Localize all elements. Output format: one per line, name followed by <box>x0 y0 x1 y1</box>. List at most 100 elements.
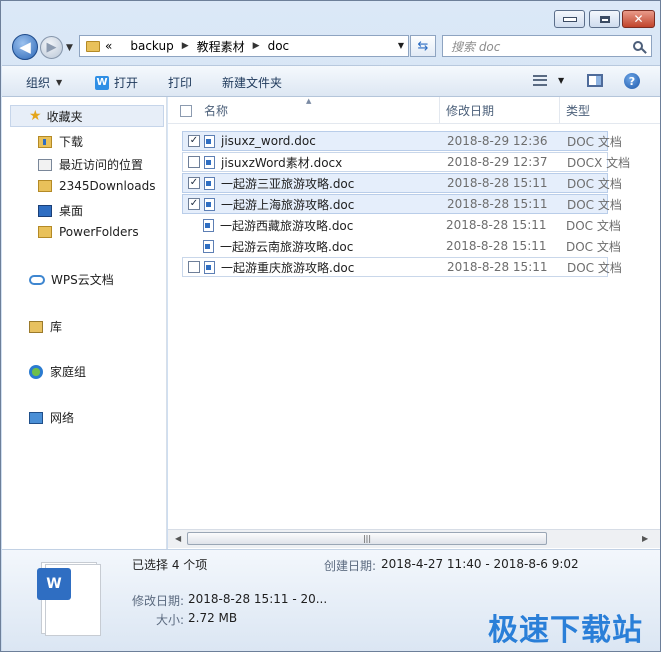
file-row[interactable]: 一起游西藏旅游攻略.doc 2018-8-28 15:11 DOC 文档 <box>182 215 621 235</box>
forward-arrow-icon: ▶ <box>46 40 57 55</box>
column-header-name[interactable]: 名称 <box>198 97 440 123</box>
file-row[interactable]: jisuxzWord素材.docx 2018-8-29 12:37 DOCX 文… <box>182 152 630 172</box>
breadcrumb-separator-icon[interactable]: ▶ <box>253 41 260 51</box>
print-label: 打印 <box>168 76 193 90</box>
word-doc-icon <box>204 134 215 148</box>
breadcrumb-item[interactable]: 教程素材 <box>197 38 245 55</box>
horizontal-scrollbar[interactable]: ◀ ||| ▶ <box>168 529 660 548</box>
sidebar-item-label: 下载 <box>59 135 84 149</box>
print-button[interactable]: 打印 <box>168 74 192 91</box>
back-arrow-icon: ◀ <box>19 38 31 56</box>
file-row[interactable]: 一起游云南旅游攻略.doc 2018-8-28 15:11 DOC 文档 <box>182 236 621 256</box>
row-checkbox[interactable]: ✓ <box>188 177 200 189</box>
word-doc-icon <box>203 218 214 232</box>
view-dropdown-icon[interactable]: ▼ <box>558 76 564 85</box>
network-icon <box>29 411 43 424</box>
breadcrumb-overflow[interactable]: « <box>105 39 112 53</box>
organize-label: 组织 <box>26 76 51 90</box>
file-list: ▲ 名称 修改日期 类型 ✓ jisuxz_word.doc 2018-8-29… <box>168 97 660 549</box>
modified-label: 修改日期: <box>132 594 185 608</box>
column-header-label: 类型 <box>566 103 591 118</box>
row-checkbox[interactable]: ✓ <box>188 198 200 210</box>
row-checkbox[interactable] <box>188 156 200 168</box>
selected-count: 已选择 4 个项 <box>132 558 208 572</box>
file-type: DOC 文档 <box>567 176 622 191</box>
column-header-label: 修改日期 <box>446 103 495 118</box>
size-value: 2.72 MB <box>188 611 238 625</box>
sidebar-item-desktop[interactable]: 桌面 <box>38 202 83 219</box>
organize-button[interactable]: 组织 ▼ <box>26 74 62 91</box>
address-dropdown-icon[interactable]: ▼ <box>398 41 404 50</box>
file-row[interactable]: ✓ 一起游上海旅游攻略.doc 2018-8-28 15:11 DOC 文档 <box>182 194 622 214</box>
sidebar-item-2345downloads[interactable]: 2345Downloads <box>38 179 155 193</box>
sidebar-item-homegroup[interactable]: 家庭组 <box>29 363 86 380</box>
column-header-label: 名称 <box>204 103 229 118</box>
file-type: DOC 文档 <box>566 218 621 233</box>
sidebar-item-label: WPS云文档 <box>51 273 114 287</box>
search-icon[interactable] <box>633 41 643 51</box>
recent-pages-dropdown[interactable]: ▼ <box>66 43 73 53</box>
recent-places-icon <box>38 158 52 171</box>
forward-button[interactable]: ▶ <box>40 36 63 59</box>
file-row[interactable]: 一起游重庆旅游攻略.doc 2018-8-28 15:11 DOC 文档 <box>182 257 622 277</box>
file-date: 2018-8-29 12:36 <box>447 134 548 148</box>
scroll-right-icon[interactable]: ▶ <box>642 534 648 543</box>
folder-icon <box>38 226 52 238</box>
sidebar-item-label: 网络 <box>50 411 75 425</box>
created-value: 2018-4-27 11:40 - 2018-8-6 9:02 <box>381 557 579 571</box>
file-row[interactable]: ✓ 一起游三亚旅游攻略.doc 2018-8-28 15:11 DOC 文档 <box>182 173 622 193</box>
new-folder-button[interactable]: 新建文件夹 <box>222 74 282 91</box>
file-type: DOC 文档 <box>567 260 622 275</box>
breadcrumb-item[interactable]: doc <box>268 39 290 53</box>
sidebar-item-label: PowerFolders <box>59 225 139 239</box>
sidebar-item-library[interactable]: 库 <box>29 318 62 335</box>
row-checkbox[interactable]: ✓ <box>188 135 200 147</box>
search-input[interactable]: 搜索 doc <box>442 35 652 57</box>
explorer-window: ✕ ◀ ▶ ▼ « backup ▶ 教程素材 ▶ doc ▼ ⇆ 搜索 doc… <box>0 0 661 652</box>
sidebar-item-wps-cloud[interactable]: WPS云文档 <box>29 271 114 288</box>
sidebar-item-downloads[interactable]: 下载 <box>38 133 83 150</box>
select-all-checkbox[interactable] <box>180 105 192 117</box>
search-placeholder: 搜索 doc <box>451 39 501 54</box>
row-checkbox[interactable] <box>188 261 200 273</box>
column-header-row: ▲ 名称 修改日期 类型 <box>168 97 660 124</box>
column-header-modified[interactable]: 修改日期 <box>440 97 560 123</box>
breadcrumb-item[interactable]: backup <box>130 39 173 53</box>
sidebar-item-label: 最近访问的位置 <box>59 158 144 172</box>
scroll-left-icon[interactable]: ◀ <box>175 534 181 543</box>
sidebar-item-powerfolders[interactable]: PowerFolders <box>38 225 139 239</box>
desktop-icon <box>38 204 52 217</box>
file-date: 2018-8-28 15:11 <box>447 176 548 190</box>
sidebar-item-network[interactable]: 网络 <box>29 409 74 426</box>
file-date: 2018-8-28 15:11 <box>446 239 547 253</box>
back-button[interactable]: ◀ <box>12 34 38 60</box>
open-button[interactable]: W 打开 <box>95 74 138 91</box>
watermark-logo: 极速下载站 <box>488 613 643 648</box>
breadcrumb-separator-icon[interactable]: ▶ <box>182 41 189 51</box>
maximize-button[interactable] <box>589 10 620 28</box>
scrollbar-thumb[interactable]: ||| <box>187 532 547 545</box>
sidebar-item-label: 收藏夹 <box>46 109 83 124</box>
file-row[interactable]: ✓ jisuxz_word.doc 2018-8-29 12:36 DOC 文档 <box>182 131 622 151</box>
sidebar-item-label: 桌面 <box>59 204 84 218</box>
file-name: jisuxz_word.doc <box>221 134 316 148</box>
column-header-type[interactable]: 类型 <box>560 97 660 123</box>
help-icon[interactable]: ? <box>624 73 640 89</box>
word-doc-icon <box>204 260 215 274</box>
refresh-button[interactable]: ⇆ <box>410 35 436 57</box>
cloud-icon <box>29 274 45 285</box>
sidebar-item-label: 库 <box>50 320 63 334</box>
sidebar-item-recent-places[interactable]: 最近访问的位置 <box>38 156 143 173</box>
preview-pane-icon[interactable] <box>587 74 603 87</box>
view-options-icon[interactable] <box>533 75 547 86</box>
file-name: 一起游云南旅游攻略.doc <box>220 239 354 254</box>
address-bar[interactable]: « backup ▶ 教程素材 ▶ doc ▼ <box>79 35 409 57</box>
sidebar-item-favorites[interactable]: ★ 收藏夹 <box>10 105 164 127</box>
minimize-button[interactable] <box>554 10 585 28</box>
chevron-down-icon: ▼ <box>56 78 63 87</box>
size-label: 大小: <box>156 613 185 627</box>
file-type: DOC 文档 <box>567 134 622 149</box>
word-doc-icon: W <box>95 75 109 90</box>
navigation-pane: ★ 收藏夹 下载 最近访问的位置 2345Downloads 桌面 PowerFo… <box>2 97 167 549</box>
close-button[interactable]: ✕ <box>622 10 655 28</box>
